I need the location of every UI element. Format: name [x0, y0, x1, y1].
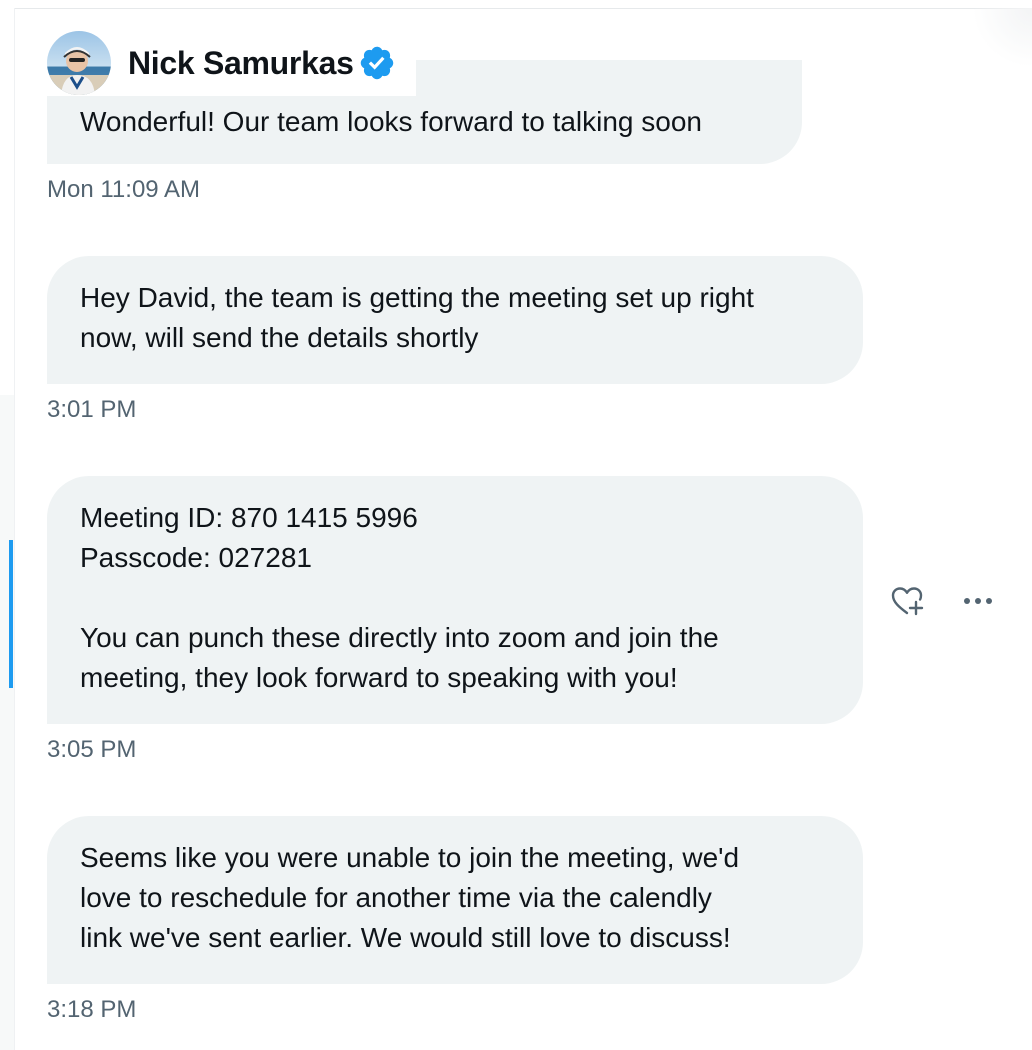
message-text: love to reschedule for another time via …: [80, 882, 712, 913]
heart-plus-icon: [891, 587, 924, 616]
conversation-user-name[interactable]: Nick Samurkas: [128, 45, 354, 82]
message-text: meeting, they look forward to speaking w…: [80, 662, 678, 693]
message-text: link we've sent earlier. We would still …: [80, 922, 731, 953]
message-text: now, will send the details shortly: [80, 322, 479, 353]
message-text: Seems like you were unable to join the m…: [80, 842, 740, 873]
verified-badge-icon: [358, 44, 396, 82]
react-button[interactable]: [888, 584, 928, 618]
message-timestamp: Mon 11:09 AM: [47, 176, 200, 203]
message-timestamp: 3:05 PM: [47, 736, 137, 763]
dm-conversation: Wonderful! Our team looks forward to tal…: [0, 0, 1032, 1050]
message-timestamp: 3:18 PM: [47, 996, 137, 1023]
more-horizontal-icon: [964, 598, 992, 604]
avatar[interactable]: [47, 31, 111, 95]
more-options-button[interactable]: [958, 584, 998, 618]
message-text: Passcode: 027281: [80, 542, 312, 573]
sidebar-edge: [0, 395, 14, 1050]
message-bubble[interactable]: Hey David, the team is getting the meeti…: [47, 256, 863, 384]
selection-indicator: [9, 540, 13, 688]
decoration: [972, 8, 1032, 68]
divider: [14, 8, 1032, 9]
message-text: Wonderful! Our team looks forward to tal…: [80, 106, 703, 137]
message-bubble[interactable]: Meeting ID: 870 1415 5996 Passcode: 0272…: [47, 476, 863, 724]
conversation-header: Nick Samurkas: [47, 30, 416, 96]
message-bubble[interactable]: Seems like you were unable to join the m…: [47, 816, 863, 984]
message-text: Meeting ID: 870 1415 5996: [80, 502, 418, 533]
message-timestamp: 3:01 PM: [47, 396, 137, 423]
message-text: You can punch these directly into zoom a…: [80, 622, 719, 653]
message-text: Hey David, the team is getting the meeti…: [80, 282, 754, 313]
divider: [14, 8, 15, 1050]
